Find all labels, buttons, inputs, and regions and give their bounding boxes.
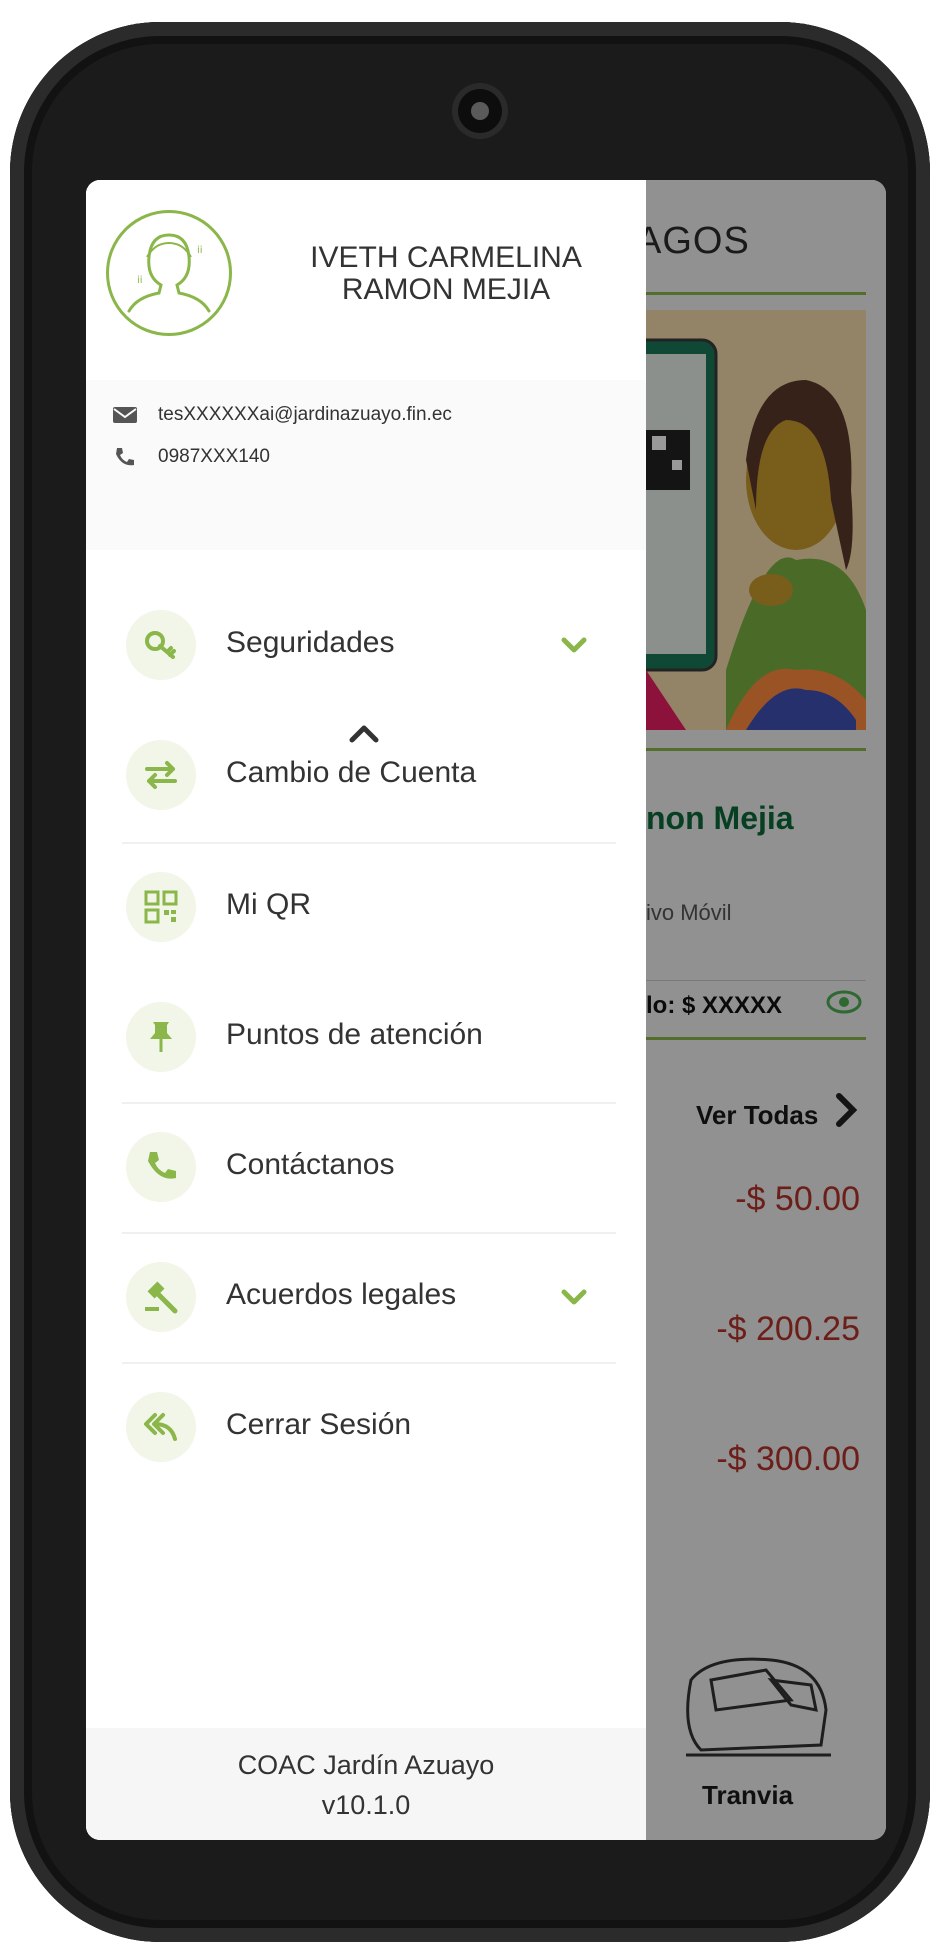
menu-item-acuerdos-legales[interactable]: Acuerdos legales <box>86 1232 646 1362</box>
pin-icon <box>150 1022 172 1052</box>
menu-item-cerrar-sesion[interactable]: Cerrar Sesión <box>86 1362 646 1492</box>
menu-item-puntos-de-atencion[interactable]: Puntos de atención <box>86 972 646 1102</box>
navigation-drawer: ii ii IVETH CARMELINA RAMON MEJIA tesXXX… <box>86 180 646 1840</box>
app-name: COAC Jardín Azuayo <box>237 1750 495 1780</box>
envelope-icon <box>113 407 137 423</box>
menu-item-label: Cambio de Cuenta <box>226 756 477 789</box>
menu-icon-badge <box>126 1132 196 1202</box>
phone-frame: AGOS non Mejia ivo Móvil lo: $ XXXXX Ver… <box>10 22 930 1942</box>
phone-icon <box>148 1152 176 1179</box>
qr-code-icon <box>144 890 178 924</box>
menu-item-seguridades[interactable]: Seguridades <box>86 580 646 710</box>
menu-item-label: Seguridades <box>226 626 395 659</box>
contact-info: tesXXXXXXai@jardinazuayo.fin.ec 0987XXX1… <box>86 380 646 743</box>
reply-all-icon <box>144 1413 177 1441</box>
menu-item-label: Puntos de atención <box>226 1018 483 1051</box>
menu-item-cambio-de-cuenta[interactable]: Cambio de Cuenta <box>86 710 646 840</box>
user-phone: 0987XXX140 <box>158 446 270 467</box>
menu-item-label: Mi QR <box>226 888 311 921</box>
menu-icon-badge <box>126 1392 196 1462</box>
menu-icon-badge <box>126 610 196 680</box>
front-camera <box>458 89 502 133</box>
menu-icon-badge <box>126 1262 196 1332</box>
menu-icon-badge <box>126 740 196 810</box>
menu-icon-badge <box>126 1002 196 1072</box>
avatar: ii ii <box>106 210 232 336</box>
menu-item-contactanos[interactable]: Contáctanos <box>86 1102 646 1232</box>
chevron-down-icon[interactable] <box>560 634 588 656</box>
user-email: tesXXXXXXai@jardinazuayo.fin.ec <box>158 404 452 425</box>
app-version: v10.1.0 <box>321 1790 411 1820</box>
phone-icon <box>116 448 134 466</box>
gavel-icon <box>145 1281 178 1314</box>
menu-icon-badge <box>126 872 196 942</box>
swap-arrows-icon <box>145 761 177 789</box>
menu-item-label: Acuerdos legales <box>226 1278 457 1311</box>
user-avatar-icon: ii ii <box>127 233 211 313</box>
svg-text:ii: ii <box>197 245 203 256</box>
phone-row: 0987XXX140 <box>112 446 270 468</box>
drawer-profile-header: ii ii IVETH CARMELINA RAMON MEJIA <box>86 180 646 380</box>
chevron-down-icon[interactable] <box>560 1286 588 1308</box>
menu-item-label: Cerrar Sesión <box>226 1408 412 1441</box>
svg-text:ii: ii <box>137 275 143 286</box>
menu-item-mi-qr[interactable]: Mi QR <box>86 842 646 972</box>
drawer-footer: COAC Jardín Azuayo v10.1.0 <box>86 1728 646 1840</box>
key-icon <box>145 631 176 659</box>
phone-screen: AGOS non Mejia ivo Móvil lo: $ XXXXX Ver… <box>86 180 886 1840</box>
email-row: tesXXXXXXai@jardinazuayo.fin.ec <box>112 404 452 426</box>
menu-item-label: Contáctanos <box>226 1148 395 1181</box>
user-full-name: IVETH CARMELINA RAMON MEJIA <box>310 241 582 306</box>
